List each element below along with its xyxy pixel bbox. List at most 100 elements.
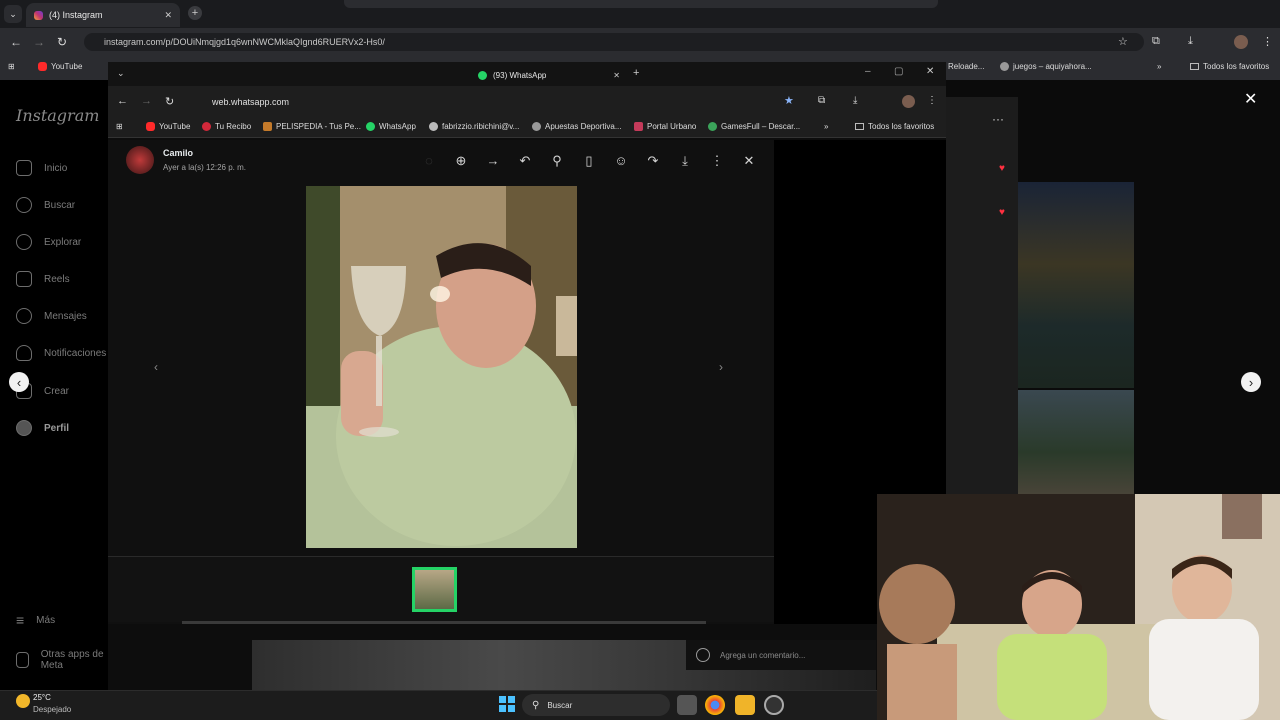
extensions-icon[interactable]: ⧉ [1152,35,1160,48]
pin-icon[interactable]: ⚲ [549,153,565,169]
media-photo[interactable] [306,186,577,548]
download-icon[interactable]: ⤓ [677,153,693,169]
nav-buscar[interactable]: Buscar [16,197,75,213]
meta-apps-icon [16,652,29,668]
reply-icon[interactable]: ↶ [517,153,533,169]
nav-reels[interactable]: Reels [16,271,70,287]
file-explorer-icon[interactable] [735,695,755,715]
bookmark-icon[interactable]: ▯ [581,153,597,169]
nav-mensajes[interactable]: Mensajes [16,308,87,324]
inner-bookmark-whatsapp[interactable]: WhatsApp [366,122,416,131]
inner-apps-icon[interactable]: ⊞ [116,122,123,131]
inner-bookmark-star-icon[interactable]: ★ [784,94,794,107]
search-icon: ⚲ [532,699,540,711]
close-post-icon[interactable]: ✕ [1244,89,1257,109]
tab-search-button[interactable]: ⌄ [4,5,22,23]
close-inner-tab-icon[interactable]: ✕ [613,71,620,80]
next-post-button[interactable]: › [1241,372,1261,392]
windows-start-icon[interactable] [499,696,515,712]
weather-desc[interactable]: Despejado [33,705,71,714]
nav-mas[interactable]: ≡ Más [16,612,55,628]
prev-post-button[interactable]: ‹ [9,372,29,392]
inner-bookmark-recibo[interactable]: Tu Recibo [202,122,251,131]
comment-input[interactable]: Agrega un comentario... [686,640,876,670]
instagram-favicon-icon [34,10,43,20]
inner-more-bookmarks-icon[interactable]: » [824,122,828,131]
back-icon[interactable]: ← [10,35,22,49]
inner-menu-icon[interactable]: ⋮ [927,95,937,106]
nav-other-apps[interactable]: Otras apps de Meta [16,649,108,671]
chrome-icon[interactable] [705,695,725,715]
messenger-icon [16,308,32,324]
inner-forward-icon[interactable]: → [141,95,152,107]
inner-bookmark-gamesfull[interactable]: GamesFull – Descar... [708,122,800,131]
inner-reload-icon[interactable]: ↻ [165,95,174,108]
apps-icon[interactable]: ⊞ [8,62,15,71]
inner-back-icon[interactable]: ← [117,95,128,107]
weather-temp[interactable]: 25°C [33,693,51,702]
next-media-icon[interactable]: › [719,360,723,374]
contact-avatar[interactable] [126,146,154,174]
grid-post-balcony[interactable] [1018,390,1134,494]
inner-bookmark-apuestas[interactable]: Apuestas Deportiva... [532,122,621,131]
bookmark-star-icon[interactable]: ☆ [1118,35,1128,48]
bookmark-youtube[interactable]: YouTube [38,62,82,71]
close-icon[interactable]: ✕ [741,153,757,169]
inner-tab-title: (93) WhatsApp [493,70,547,80]
tab-instagram[interactable]: (4) Instagram ✕ [26,3,180,27]
instagram-logo[interactable]: Instagram [16,106,99,125]
app-badge-icon[interactable] [764,695,784,715]
inner-profile-avatar[interactable] [902,95,915,108]
reload-icon[interactable]: ↻ [57,35,67,49]
nav-explorar[interactable]: Explorar [16,234,81,250]
inner-extensions-icon[interactable]: ⧉ [818,95,825,106]
nav-inicio[interactable]: Inicio [16,160,67,176]
inner-bookmark-youtube[interactable]: YouTube [146,122,190,131]
bookmark-juegos[interactable]: juegos – aquiyahora... [1000,62,1092,71]
inner-downloads-icon[interactable]: ⤓ [853,95,857,106]
task-view-icon[interactable] [677,695,697,715]
prev-media-icon[interactable]: ‹ [154,360,158,374]
taskbar-search[interactable]: ⚲ Buscar [522,694,670,716]
photo-illustration [306,186,577,548]
reels-icon [16,271,32,287]
share-icon[interactable]: ↷ [645,153,661,169]
forward-nav-icon[interactable]: → [33,35,45,49]
window-drag-handle[interactable] [344,0,938,8]
new-tab-button[interactable]: + [188,6,202,20]
maximize-icon[interactable]: ▢ [894,66,903,77]
inner-bookmark-pelispedia[interactable]: PELISPEDIA - Tus Pe... [263,122,361,131]
inner-bookmark-portal[interactable]: Portal Urbano [634,122,696,131]
tab-whatsapp[interactable]: (93) WhatsApp ✕ [470,64,628,86]
inner-all-bookmarks[interactable]: Todos los favoritos [855,122,934,131]
more-bookmarks-icon[interactable]: » [1157,62,1161,71]
post-options-icon[interactable]: ··· [992,112,1004,126]
outer-address-bar[interactable]: instagram.com/p/DOUiNmqjgd1q6wnNWCMklaQI… [84,33,1144,51]
profile-avatar[interactable] [1234,35,1248,49]
inner-new-tab-button[interactable]: + [633,67,639,79]
inner-bookmark-email[interactable]: fabrizzio.ribichini@v... [429,122,519,131]
media-thumbnail-selected[interactable] [412,567,457,612]
bookmark-reloaded[interactable]: Reloade... [948,62,984,71]
downloads-icon[interactable]: ⤓ [1188,35,1193,48]
nav-notificaciones[interactable]: Notificaciones [16,345,106,361]
minimize-icon[interactable]: – [865,66,871,77]
close-tab-icon[interactable]: ✕ [164,10,172,21]
liked-heart-icon[interactable]: ♥ [999,163,1005,174]
all-bookmarks[interactable]: Todos los favoritos [1190,62,1269,71]
zoom-out-icon: ◌ [425,153,433,168]
more-icon[interactable]: ⋮ [709,153,725,169]
youtube-icon [38,62,47,71]
grid-post-eiffel[interactable] [1018,182,1134,388]
zoom-in-icon[interactable]: ⊕ [453,153,469,169]
liked-heart-icon-2[interactable]: ♥ [999,207,1005,218]
menu-icon[interactable]: ⋮ [1262,35,1273,48]
nav-perfil[interactable]: Perfil [16,420,69,436]
emoji-icon[interactable]: ☺ [613,153,629,169]
inner-tab-search-icon[interactable]: ⌄ [117,68,125,79]
thumbnail-scrollbar[interactable] [182,621,706,624]
forward-icon[interactable]: → [485,153,501,169]
close-window-icon[interactable]: ✕ [926,66,934,77]
emoji-picker-icon[interactable] [696,648,710,662]
inner-address-bar[interactable]: web.whatsapp.com [192,93,804,111]
